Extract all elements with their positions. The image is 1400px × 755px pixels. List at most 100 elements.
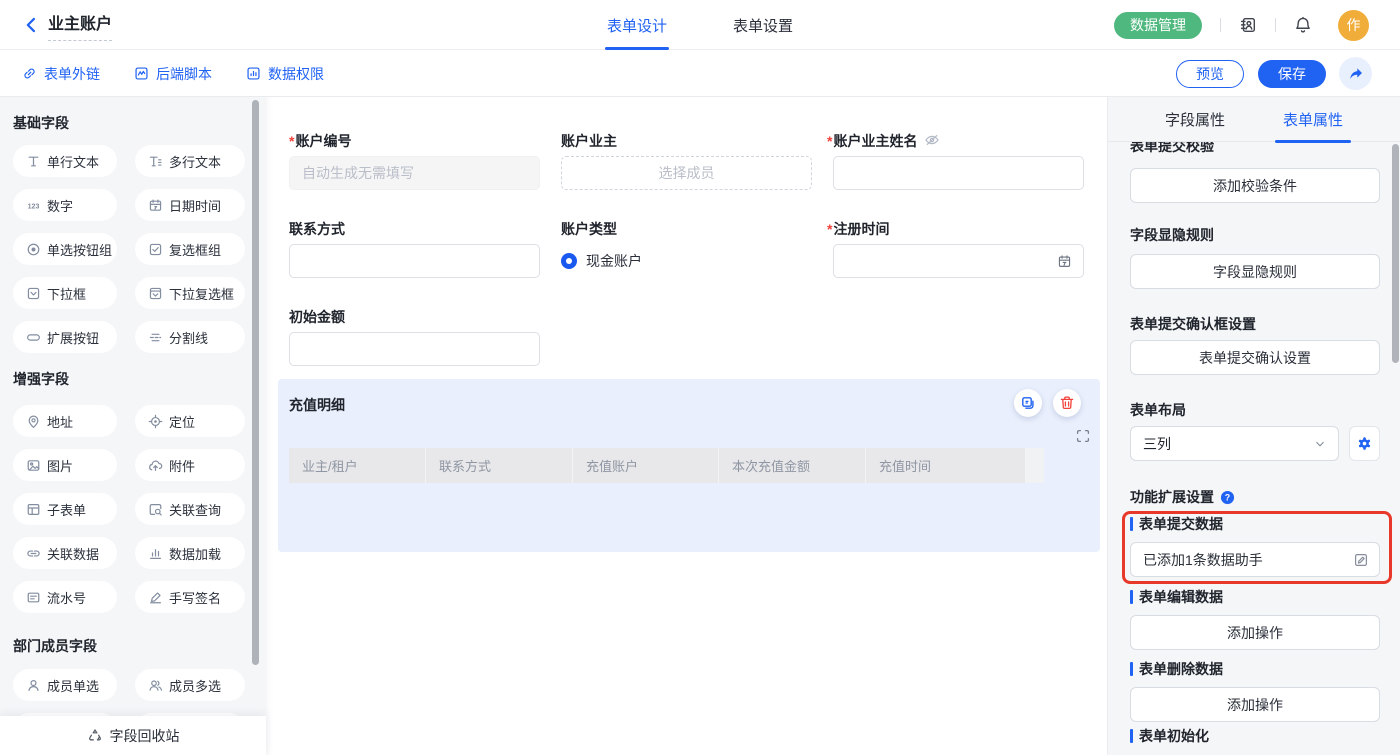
- sidebar-item-member-single[interactable]: 成员单选: [13, 669, 117, 701]
- copy-button[interactable]: [1014, 389, 1042, 417]
- column-header: 充值账户: [573, 448, 719, 483]
- copy-icon: [1020, 395, 1036, 411]
- serial-icon: [26, 590, 41, 605]
- field-sidebar: 基础字段 单行文本 多行文本 数字 日期时间 单选按钮组 复选框组 下拉框 下拉…: [0, 97, 266, 755]
- dropdown-icon: [26, 286, 41, 301]
- column-header: 联系方式: [426, 448, 573, 483]
- sidebar-item-number[interactable]: 数字: [13, 189, 117, 221]
- input-initial-amount[interactable]: [289, 332, 540, 366]
- field-label-contact: 联系方式: [289, 221, 345, 237]
- sidebar-item-location[interactable]: 定位: [135, 405, 245, 437]
- tab-form-design[interactable]: 表单设计: [607, 0, 667, 50]
- sidebar-item-related-query[interactable]: 关联查询: [135, 493, 245, 525]
- sidebar-item-image[interactable]: 图片: [13, 449, 117, 481]
- edit-icon[interactable]: [1353, 552, 1369, 568]
- field-recycle-bin[interactable]: 字段回收站: [0, 716, 266, 755]
- label-form-submit-data: 表单提交数据: [1130, 516, 1223, 532]
- submit-data-value[interactable]: 已添加1条数据助手: [1130, 542, 1380, 577]
- field-label-account-no: 账户编号: [289, 133, 351, 149]
- sidebar-item-serial-number[interactable]: 流水号: [13, 581, 117, 613]
- sidebar-item-related-data[interactable]: 关联数据: [13, 537, 117, 569]
- sidebar-item-single-text[interactable]: 单行文本: [13, 145, 117, 177]
- share-button[interactable]: [1339, 57, 1372, 90]
- calendar-icon: [1057, 254, 1072, 269]
- input-contact[interactable]: [289, 244, 540, 278]
- sidebar-item-dropdown-multi[interactable]: 下拉复选框: [135, 277, 245, 309]
- button-icon: [26, 330, 41, 345]
- radio-icon-selected: [561, 253, 577, 269]
- save-button[interactable]: 保存: [1258, 60, 1326, 88]
- dropdown-multi-icon: [148, 286, 163, 301]
- attachment-icon: [148, 458, 163, 473]
- tab-form-properties[interactable]: 表单属性: [1283, 97, 1343, 142]
- sidebar-item-subform[interactable]: 子表单: [13, 493, 117, 525]
- delete-button[interactable]: [1053, 389, 1081, 417]
- tab-field-properties[interactable]: 字段属性: [1165, 97, 1225, 142]
- panel-tabs: 字段属性 表单属性: [1108, 97, 1400, 142]
- recycle-icon: [87, 728, 103, 744]
- label-submit-confirm: 表单提交确认框设置: [1130, 314, 1256, 334]
- sidebar-item-dropdown[interactable]: 下拉框: [13, 277, 117, 309]
- radio-cash-account[interactable]: 现金账户: [561, 251, 642, 271]
- sidebar-item-radio-group[interactable]: 单选按钮组: [13, 233, 117, 265]
- input-account-no[interactable]: 自动生成无需填写: [289, 156, 540, 190]
- sidebar-item-data-load[interactable]: 数据加载: [135, 537, 245, 569]
- input-owner[interactable]: 选择成员: [561, 156, 812, 190]
- data-manage-button[interactable]: 数据管理: [1114, 12, 1202, 39]
- data-permission[interactable]: 数据权限: [246, 64, 324, 84]
- radio-icon: [26, 242, 41, 257]
- backend-script[interactable]: 后端脚本: [134, 64, 212, 84]
- preview-button[interactable]: 预览: [1176, 60, 1244, 88]
- form-canvas: 账户编号 自动生成无需填写 账户业主 选择成员 账户业主姓名 联系方式 账户类型…: [266, 97, 1107, 755]
- sidebar-item-extend-button[interactable]: 扩展按钮: [13, 321, 117, 353]
- section-title-enhanced: 增强字段: [13, 371, 253, 387]
- input-register-time[interactable]: [833, 244, 1084, 278]
- form-toolbar: 表单外链 后端脚本 数据权限 预览 保存: [0, 50, 1400, 97]
- subform-title: 充值明细: [289, 395, 345, 415]
- submit-confirm-button[interactable]: 表单提交确认设置: [1130, 340, 1380, 375]
- sidebar-item-attachment[interactable]: 附件: [135, 449, 245, 481]
- question-icon[interactable]: [1220, 490, 1235, 505]
- sidebar-item-checkbox-group[interactable]: 复选框组: [135, 233, 245, 265]
- expand-icon[interactable]: [1075, 428, 1091, 444]
- tab-form-settings[interactable]: 表单设置: [733, 0, 793, 50]
- sidebar-item-address[interactable]: 地址: [13, 405, 117, 437]
- related-query-icon: [148, 502, 163, 517]
- related-data-icon: [26, 546, 41, 561]
- input-owner-name[interactable]: [833, 156, 1084, 190]
- panel-scrollbar[interactable]: [1392, 144, 1399, 363]
- add-delete-action-button[interactable]: 添加操作: [1130, 687, 1380, 722]
- member-icon: [26, 678, 41, 693]
- field-label-account-type: 账户类型: [561, 221, 617, 237]
- members-icon: [148, 678, 163, 693]
- divider-icon: [148, 330, 163, 345]
- label-form-delete-data: 表单删除数据: [1130, 661, 1223, 677]
- field-label-owner: 账户业主: [561, 133, 617, 149]
- checkbox-icon: [148, 242, 163, 257]
- number-icon: [26, 198, 41, 213]
- contacts-icon[interactable]: [1239, 16, 1257, 34]
- layout-select[interactable]: 三列: [1130, 426, 1339, 461]
- bell-icon[interactable]: [1294, 16, 1312, 34]
- properties-panel: 表单提交校验 添加校验条件 字段显隐规则 字段显隐规则 表单提交确认框设置 表单…: [1107, 97, 1400, 755]
- chevron-down-icon: [1314, 438, 1326, 450]
- extension-settings-title: 功能扩展设置: [1130, 487, 1235, 507]
- add-edit-action-button[interactable]: 添加操作: [1130, 615, 1380, 650]
- sidebar-scrollbar[interactable]: [252, 100, 259, 665]
- subform-recharge-detail[interactable]: 充值明细 业主/租户 联系方式 充值账户 本次充值金额 充值时间: [278, 379, 1100, 552]
- sidebar-item-datetime[interactable]: 日期时间: [135, 189, 245, 221]
- avatar[interactable]: 作: [1338, 10, 1369, 41]
- sidebar-item-divider[interactable]: 分割线: [135, 321, 245, 353]
- sidebar-item-multi-text[interactable]: 多行文本: [135, 145, 245, 177]
- label-form-edit-data: 表单编辑数据: [1130, 589, 1223, 605]
- trash-icon: [1059, 395, 1075, 411]
- column-header: 本次充值金额: [719, 448, 866, 483]
- add-validation-button[interactable]: 添加校验条件: [1130, 168, 1380, 203]
- label-form-layout: 表单布局: [1130, 400, 1186, 420]
- layout-settings-button[interactable]: [1349, 426, 1380, 461]
- sidebar-item-signature[interactable]: 手写签名: [135, 581, 245, 613]
- sidebar-item-member-multi[interactable]: 成员多选: [135, 669, 245, 701]
- divider: [1220, 18, 1221, 32]
- field-visibility-button[interactable]: 字段显隐规则: [1130, 254, 1380, 289]
- form-external-link[interactable]: 表单外链: [22, 64, 100, 84]
